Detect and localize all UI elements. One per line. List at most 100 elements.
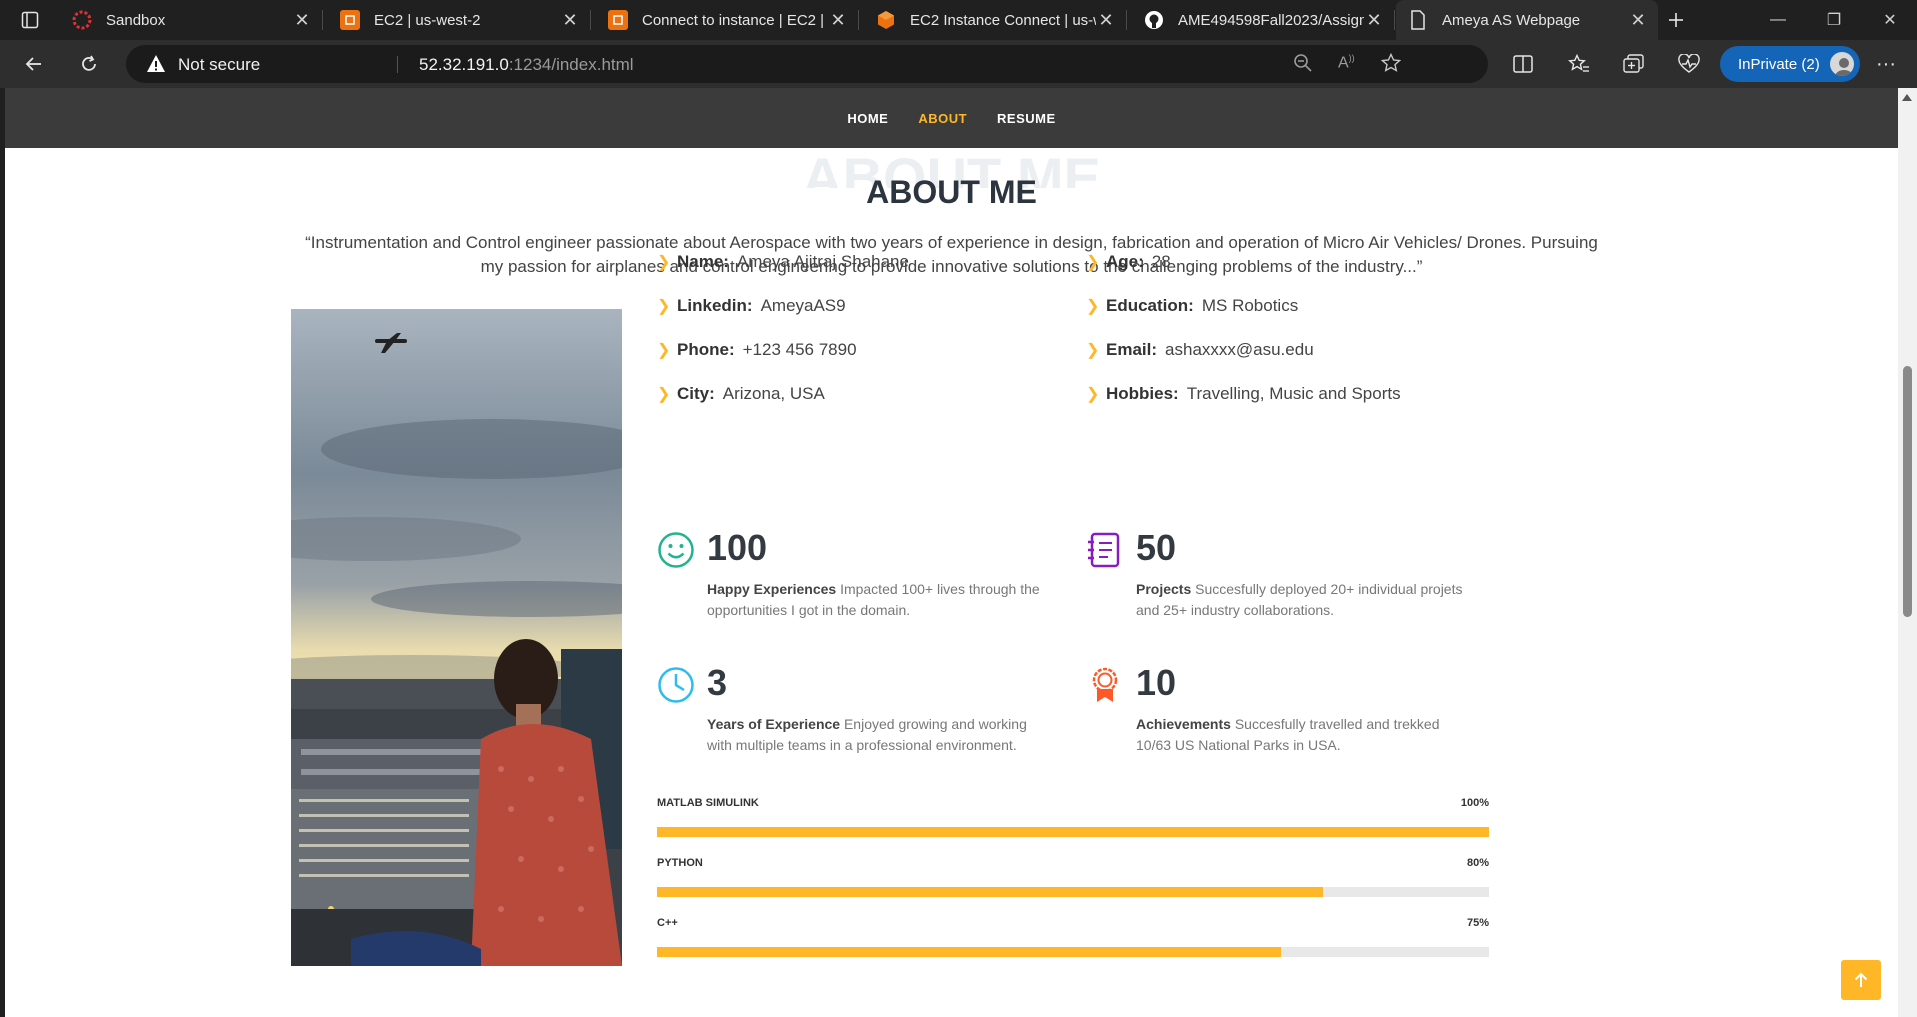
info-value: ashaxxxx@asu.edu <box>1165 340 1314 359</box>
skill-progress-bar <box>657 827 1489 837</box>
refresh-icon[interactable] <box>73 48 105 80</box>
info-city: ❯ City: Arizona, USA <box>657 384 825 404</box>
count-number: 100 <box>707 527 768 568</box>
zoom-icon[interactable] <box>1293 53 1313 78</box>
info-phone: ❯ Phone: +123 456 7890 <box>657 340 857 360</box>
minimize-icon[interactable]: — <box>1750 0 1806 40</box>
skill-name: MATLAB SIMULINK <box>657 797 759 809</box>
smile-icon <box>657 531 695 569</box>
restore-icon[interactable]: ❐ <box>1806 0 1862 40</box>
tab-sandbox[interactable]: Sandbox ✕ <box>60 0 323 40</box>
skill-progress-fill <box>657 947 1281 957</box>
favorites-icon[interactable] <box>1563 48 1595 80</box>
info-value: +123 456 7890 <box>742 340 857 359</box>
count-title: Achievements <box>1136 716 1231 732</box>
skill-name: PYTHON <box>657 857 703 869</box>
info-label: Hobbies: <box>1106 384 1179 403</box>
skill-percent: 100% <box>1460 797 1489 809</box>
aws-icon <box>340 10 360 30</box>
info-hobbies: ❯ Hobbies: Travelling, Music and Sports <box>1086 384 1401 404</box>
collections-icon[interactable] <box>1618 48 1650 80</box>
chevron-right-icon: ❯ <box>657 298 671 315</box>
split-screen-icon[interactable] <box>1507 48 1539 80</box>
skill-cpp: C++ 75% <box>657 917 1489 957</box>
skill-matlab: MATLAB SIMULINK 100% <box>657 797 1489 837</box>
close-tab-icon[interactable]: ✕ <box>828 10 848 31</box>
info-email: ❯ Email: ashaxxxx@asu.edu <box>1086 340 1314 360</box>
aws-cube-icon <box>876 10 896 30</box>
info-value: AmeyaAS9 <box>760 296 846 315</box>
tab-title: Sandbox <box>106 11 166 29</box>
section-title: ABOUT ME <box>866 174 1037 210</box>
not-secure-label[interactable]: Not secure <box>178 55 260 75</box>
close-window-icon[interactable]: ✕ <box>1862 0 1917 40</box>
count-description: Achievements Succesfully travelled and t… <box>1136 714 1476 756</box>
info-age: ❯ Age: 28 <box>1086 252 1171 272</box>
chevron-right-icon: ❯ <box>1086 298 1100 315</box>
info-linkedin: ❯ Linkedin: AmeyaAS9 <box>657 296 846 316</box>
info-education: ❯ Education: MS Robotics <box>1086 296 1298 316</box>
info-value: Ameya Ajitraj Shahane <box>736 252 909 271</box>
info-label: City: <box>677 384 715 403</box>
github-icon <box>1144 10 1164 30</box>
count-description: Projects Succesfully deployed 20+ indivi… <box>1136 579 1476 621</box>
skill-progress-fill <box>657 887 1323 897</box>
page-scrollbar[interactable] <box>1898 88 1917 1017</box>
skill-progress-bar <box>657 887 1489 897</box>
back-to-top-button[interactable] <box>1841 960 1881 1000</box>
clock-icon <box>657 666 695 704</box>
tab-github[interactable]: AME494598Fall2023/Assign ✕ <box>1132 0 1395 40</box>
warning-icon[interactable] <box>146 54 166 78</box>
tab-instance-connect[interactable]: EC2 Instance Connect | us-w ✕ <box>864 0 1127 40</box>
close-tab-icon[interactable]: ✕ <box>560 10 580 31</box>
skill-progress-fill <box>657 827 1489 837</box>
info-value: Arizona, USA <box>722 384 825 403</box>
close-tab-icon[interactable]: ✕ <box>292 10 312 31</box>
address-bar[interactable]: Not secure 52.32.191.0:1234/index.html A… <box>126 45 1488 83</box>
chevron-right-icon: ❯ <box>1086 254 1100 271</box>
nav-about[interactable]: ABOUT <box>918 111 967 126</box>
page-viewport: HOME ABOUT RESUME ABOUT ME ABOUT ME “Ins… <box>5 88 1898 1017</box>
info-value: 28 <box>1151 252 1171 271</box>
scroll-up-icon[interactable] <box>1902 94 1912 101</box>
more-menu-icon[interactable]: ··· <box>1870 48 1902 80</box>
scrollbar-thumb[interactable] <box>1903 366 1912 617</box>
tab-title: EC2 Instance Connect | us-w <box>910 11 1096 29</box>
read-aloud-icon[interactable]: A)) <box>1338 53 1355 72</box>
tab-connect-instance[interactable]: Connect to instance | EC2 | u ✕ <box>596 0 859 40</box>
info-value: MS Robotics <box>1201 296 1299 315</box>
skill-progress-bar <box>657 947 1489 957</box>
close-tab-icon[interactable]: ✕ <box>1096 10 1116 31</box>
nav-resume[interactable]: RESUME <box>997 111 1056 126</box>
count-title: Years of Experience <box>707 716 841 732</box>
nav-home[interactable]: HOME <box>847 111 888 126</box>
url-text[interactable]: 52.32.191.0:1234/index.html <box>419 55 634 75</box>
info-label: Age: <box>1106 252 1144 271</box>
url-path: :1234/index.html <box>508 55 634 74</box>
tab-ec2[interactable]: EC2 | us-west-2 ✕ <box>328 0 591 40</box>
count-description: Years of Experience Enjoyed growing and … <box>707 714 1047 756</box>
new-tab-icon[interactable] <box>1660 4 1692 36</box>
back-icon[interactable] <box>18 48 50 80</box>
inprivate-label: InPrivate (2) <box>1738 55 1820 73</box>
chevron-right-icon: ❯ <box>657 342 671 359</box>
tab-actions-icon[interactable] <box>14 4 46 36</box>
url-host: 52.32.191.0 <box>419 55 509 74</box>
aws-icon <box>608 10 628 30</box>
tab-title: AME494598Fall2023/Assign <box>1178 11 1364 29</box>
toolbar: Not secure 52.32.191.0:1234/index.html A… <box>0 40 1917 88</box>
tab-title: Connect to instance | EC2 | u <box>642 11 828 29</box>
info-value: Travelling, Music and Sports <box>1186 384 1401 403</box>
favorite-star-icon[interactable] <box>1380 52 1402 78</box>
info-label: Email: <box>1106 340 1158 359</box>
tab-ameya-webpage[interactable]: Ameya AS Webpage ✕ <box>1396 0 1658 40</box>
inprivate-button[interactable]: InPrivate (2) <box>1720 46 1860 82</box>
info-label: Phone: <box>677 340 735 359</box>
chevron-right-icon: ❯ <box>1086 386 1100 403</box>
close-tab-icon[interactable]: ✕ <box>1364 10 1384 31</box>
avatar <box>1828 50 1856 78</box>
close-tab-icon[interactable]: ✕ <box>1628 10 1648 31</box>
browser-essentials-icon[interactable] <box>1673 48 1705 80</box>
count-number: 50 <box>1136 527 1177 568</box>
count-title: Happy Experiences <box>707 581 837 597</box>
